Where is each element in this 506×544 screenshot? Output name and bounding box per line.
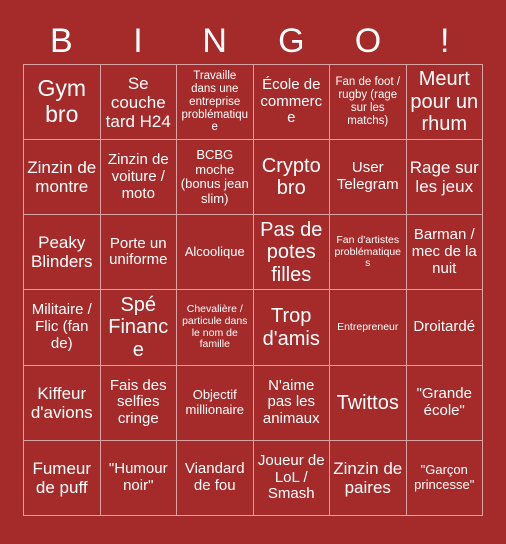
bingo-cell-label: Crypto bro [261,154,321,200]
bingo-cell-label: Gym bro [37,75,87,128]
bingo-cell-label: Trop d'amis [262,305,320,350]
bingo-cell-label: Meurt pour un rhum [410,68,479,136]
bingo-cell-label: Peaky Blinders [31,233,93,272]
bingo-cell-label: Objectif millionaire [185,387,245,417]
bingo-cell[interactable]: Spé Finance [100,290,177,366]
bingo-cell[interactable]: "Grande école" [406,365,483,441]
bingo-cell[interactable]: Zinzin de voiture / moto [100,140,177,216]
bingo-cell-label: BCBG moche (bonus jean slim) [180,147,249,206]
bingo-cell-label: Droitardé [413,318,476,336]
bingo-cell[interactable]: Meurt pour un rhum [406,65,483,141]
bingo-cell[interactable]: BCBG moche (bonus jean slim) [177,140,254,216]
bingo-card: B I N G O ! Gym bro Se couche tard H24 Tra… [0,0,506,544]
bingo-cell-label: Twittos [336,391,399,414]
bingo-cell[interactable]: Joueur de LoL / Smash [253,440,330,516]
bingo-cell-label: N'aime pas les animaux [262,376,320,428]
bingo-cell-label: Viandard de fou [184,460,245,494]
bingo-cell[interactable]: Chevalière / particule dans le nom de fa… [177,290,254,366]
bingo-cell[interactable]: Fan d'artistes problématiques [330,215,407,291]
bingo-cell[interactable]: Travaille dans une entreprise problémati… [177,65,254,141]
bingo-cell[interactable]: Crypto bro [253,140,330,216]
bingo-cell[interactable]: Zinzin de montre [24,140,101,216]
bingo-cell[interactable]: Alcoolique [177,215,254,291]
bingo-cell-label: Spé Finance [108,293,169,361]
bingo-cell-label: "Grande école" [416,384,472,419]
bingo-cell[interactable]: Fan de foot / rugby (rage sur les matchs… [330,65,407,141]
bingo-cell-label: École de commerce [260,75,323,127]
bingo-cell[interactable]: Se couche tard H24 [100,65,177,141]
bingo-cell[interactable]: Trop d'amis [253,290,330,366]
bingo-cell[interactable]: Twittos [330,365,407,441]
bingo-cell[interactable]: Kiffeur d'avions [24,365,101,441]
bingo-cell-label: Zinzin de paires [333,458,403,497]
bingo-cell[interactable]: Pas de potes filles [253,215,330,291]
bingo-cell[interactable]: École de commerce [253,65,330,141]
bingo-cell-label: Joueur de LoL / Smash [257,451,325,503]
bingo-cell[interactable]: Objectif millionaire [177,365,254,441]
bingo-cell-label: Pas de potes filles [260,218,323,286]
bingo-cell-label: Fan d'artistes problématiques [334,233,402,270]
bingo-cell[interactable]: Barman / mec de la nuit [406,215,483,291]
bingo-cell[interactable]: "Garçon princesse" [406,440,483,516]
bingo-cell-label: Fumeur de puff [32,458,92,497]
bingo-cell-label: Entrepreneur [337,320,399,333]
bingo-cell[interactable]: Fais des selfies cringe [100,365,177,441]
bingo-cell-label: Porte un uniforme [109,234,168,269]
bingo-cell-label: Travaille dans une entreprise problémati… [181,69,248,134]
bingo-cell-label: Militaire / Flic (fan de) [31,301,92,352]
bingo-cell[interactable]: Gym bro [24,65,101,141]
bingo-cell-label: Alcoolique [184,244,245,260]
bingo-cell[interactable]: Porte un uniforme [100,215,177,291]
bingo-cell-label: Barman / mec de la nuit [411,226,477,277]
bingo-header-letter-g: G [278,22,305,60]
bingo-cell[interactable]: Entrepreneur [330,290,407,366]
bingo-cell-label: Rage sur les jeux [409,158,479,197]
bingo-cell[interactable]: Droitardé [406,290,483,366]
bingo-header-letter-i: I [133,22,143,60]
bingo-cell[interactable]: Rage sur les jeux [406,140,483,216]
bingo-cell-label: "Garçon princesse" [414,462,475,492]
bingo-cell-label: User Telegram [336,159,399,194]
bingo-cell-label: Fais des selfies cringe [109,376,167,428]
bingo-header-letter-o: O [354,22,382,60]
bingo-cell[interactable]: Zinzin de paires [330,440,407,516]
bingo-cell-label: "Humour noir" [108,460,168,494]
bingo-cell-label: Kiffeur d'avions [30,383,93,422]
bingo-cell[interactable]: User Telegram [330,140,407,216]
bingo-cell-label: Zinzin de voiture / moto [107,151,169,202]
bingo-header-letter-n: N [202,22,227,60]
bingo-header-letter-b: B [49,22,73,60]
bingo-header-letter-exclaim: ! [439,22,450,60]
bingo-cell-label: Fan de foot / rugby (rage sur les matchs… [335,76,401,127]
bingo-cell[interactable]: N'aime pas les animaux [253,365,330,441]
bingo-cell[interactable]: Viandard de fou [177,440,254,516]
bingo-header: B I N G O ! [23,18,483,64]
bingo-cell-label: Zinzin de montre [27,158,97,197]
bingo-cell-label: Chevalière / particule dans le nom de fa… [182,303,248,351]
bingo-cell-label: Se couche tard H24 [105,73,171,131]
bingo-cell[interactable]: Militaire / Flic (fan de) [24,290,101,366]
bingo-grid: Gym bro Se couche tard H24 Travaille dans … [23,64,483,516]
bingo-cell[interactable]: Peaky Blinders [24,215,101,291]
bingo-cell[interactable]: Fumeur de puff [24,440,101,516]
bingo-cell[interactable]: "Humour noir" [100,440,177,516]
